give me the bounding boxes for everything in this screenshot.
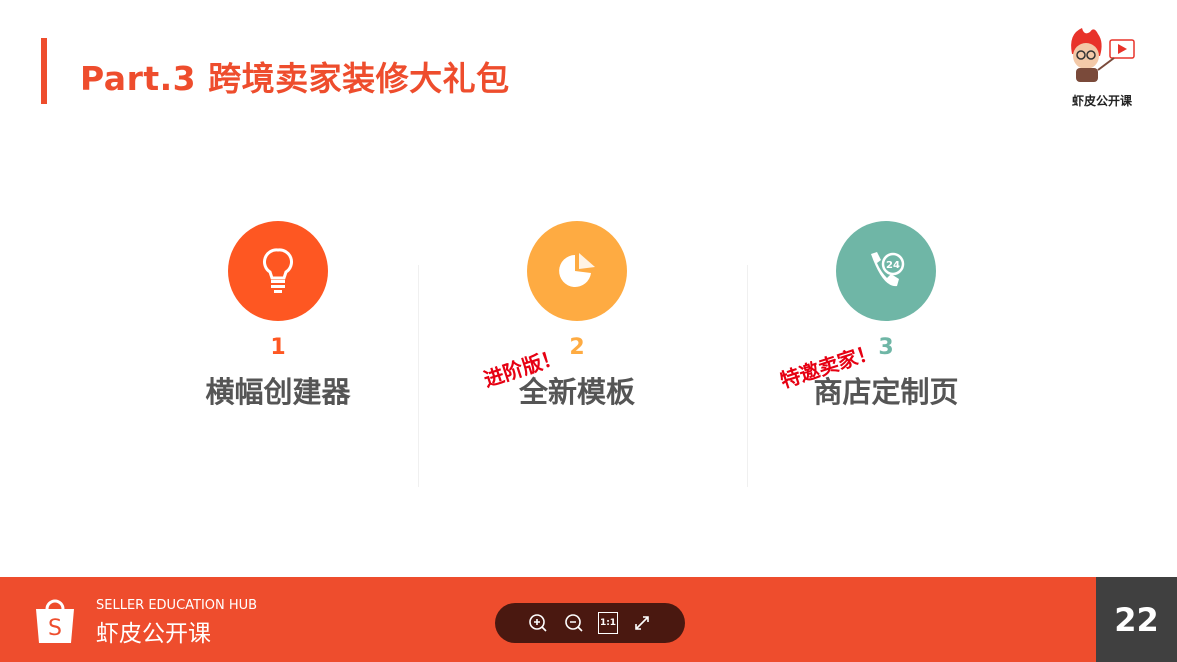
svg-text:24: 24 <box>886 260 900 271</box>
svg-text:S: S <box>48 616 62 641</box>
actual-size-button[interactable]: 1:1 <box>598 612 618 634</box>
viewer-controls: 1:1 <box>495 603 685 643</box>
divider <box>418 265 419 487</box>
page-number: 22 <box>1096 577 1177 662</box>
hub-chinese: 虾皮公开课 <box>96 621 211 647</box>
lightbulb-icon <box>263 248 293 293</box>
feature-item-banner: 1 横幅创建器 <box>168 221 388 411</box>
hub-english: SELLER EDUCATION HUB <box>96 598 258 613</box>
logo: 虾皮公开课 <box>1062 24 1142 109</box>
zoom-out-icon[interactable] <box>562 611 586 635</box>
seller-education-hub: SELLER EDUCATION HUB 虾皮公开课 <box>96 598 257 648</box>
logo-text: 虾皮公开课 <box>1071 94 1132 108</box>
pie-chart-icon <box>559 253 595 287</box>
phone-24-icon: 24 <box>871 252 905 287</box>
title-accent-bar <box>41 38 47 104</box>
feature-name: 横幅创建器 <box>205 375 351 409</box>
zoom-in-icon[interactable] <box>526 611 550 635</box>
feature-number: 1 <box>270 335 286 360</box>
feature-circle <box>527 221 627 321</box>
feature-circle <box>228 221 328 321</box>
shopee-bag-icon: S <box>36 599 74 643</box>
page-title: Part.3 跨境卖家装修大礼包 <box>80 59 510 98</box>
expand-icon[interactable] <box>630 611 654 635</box>
divider <box>747 265 748 487</box>
feature-circle: 24 <box>836 221 936 321</box>
mascot-icon <box>1071 28 1135 82</box>
